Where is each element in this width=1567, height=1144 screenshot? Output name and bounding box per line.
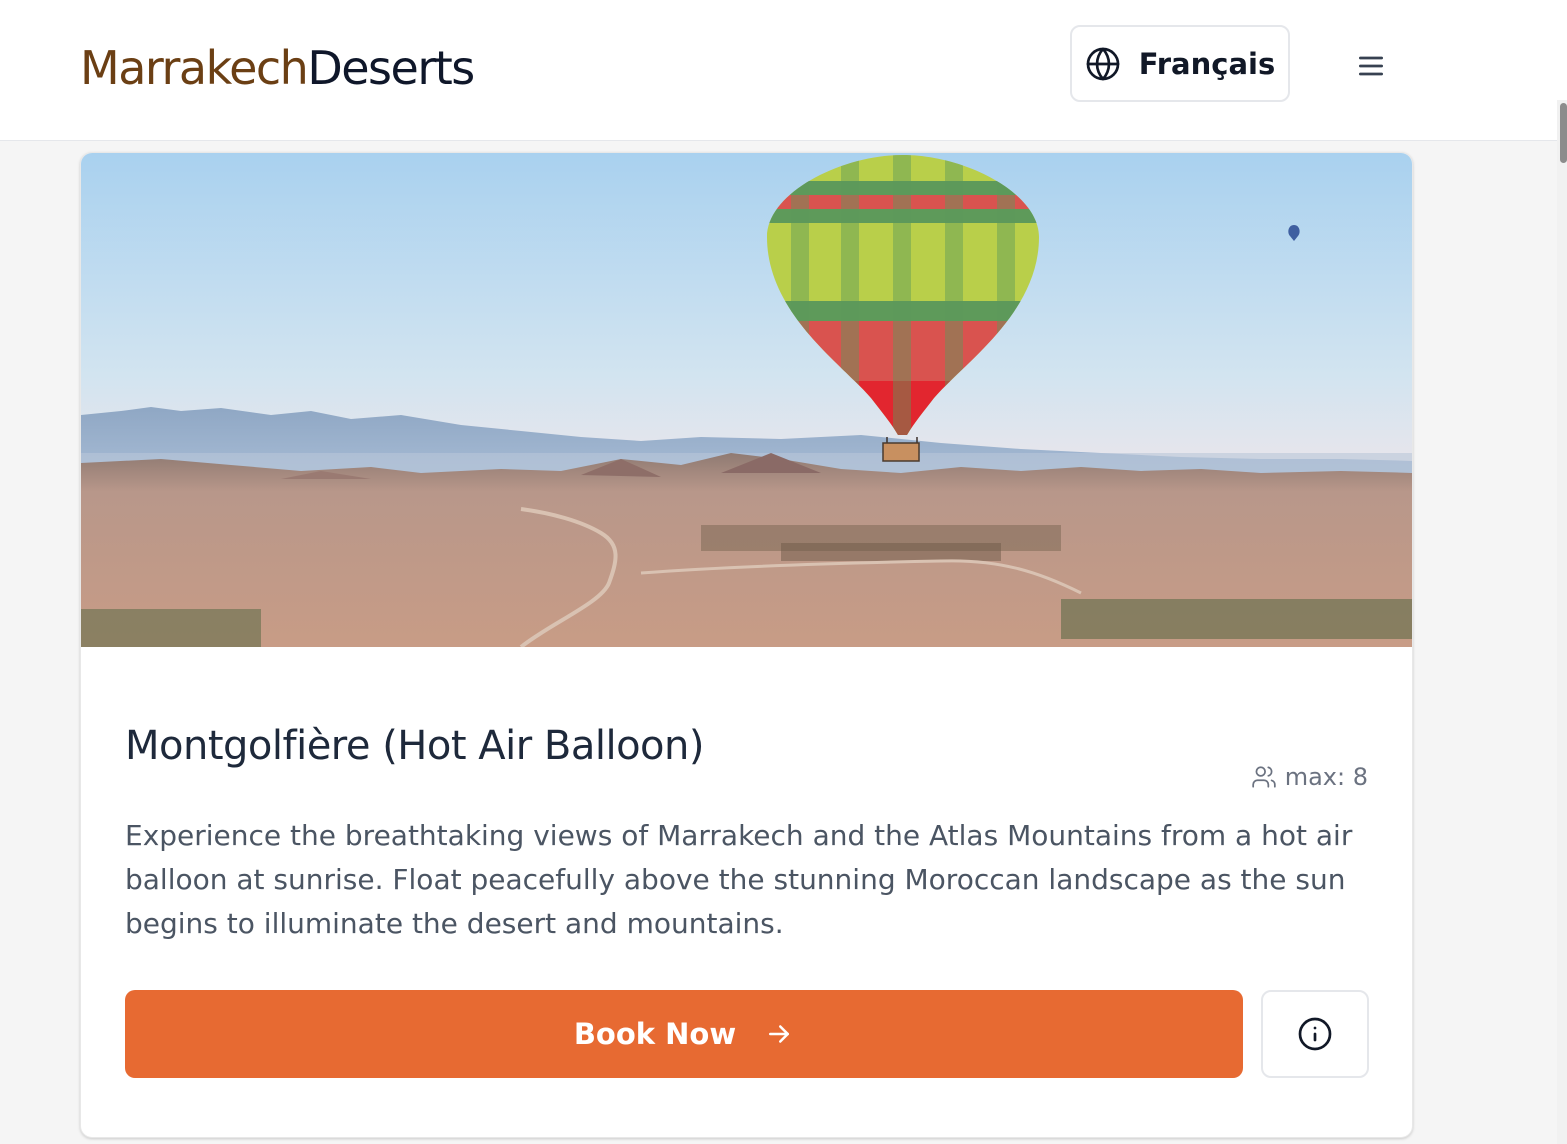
tour-description: Experience the breathtaking views of Mar… xyxy=(125,819,1353,940)
info-button[interactable] xyxy=(1261,990,1369,1078)
book-now-label: Book Now xyxy=(573,1017,737,1051)
scrollbar-track[interactable] xyxy=(1557,100,1567,1144)
capacity-text: max: 8 xyxy=(1284,763,1368,791)
menu-button[interactable] xyxy=(1345,40,1397,92)
users-icon xyxy=(1251,764,1277,790)
logo-part-marrakech: Marrakech xyxy=(80,41,309,95)
tour-title: Montgolfière (Hot Air Balloon) xyxy=(125,723,704,769)
tour-card: Montgolfière (Hot Air Balloon) max: 8 Ex… xyxy=(80,152,1413,1138)
site-logo[interactable]: MarrakechDeserts xyxy=(80,38,475,98)
language-label: Français xyxy=(1138,46,1276,81)
tour-image xyxy=(81,153,1412,647)
arrow-right-icon xyxy=(764,1019,794,1049)
globe-icon xyxy=(1085,46,1121,82)
logo-part-deserts: Deserts xyxy=(307,41,475,95)
site-header: MarrakechDeserts Français xyxy=(0,0,1567,141)
info-icon xyxy=(1297,1016,1333,1052)
book-now-button[interactable]: Book Now xyxy=(125,990,1243,1078)
hamburger-menu-icon xyxy=(1355,50,1387,82)
capacity-info: max: 8 xyxy=(1251,763,1368,791)
scrollbar-thumb[interactable] xyxy=(1560,103,1567,163)
language-switcher-button[interactable]: Français xyxy=(1070,25,1290,102)
